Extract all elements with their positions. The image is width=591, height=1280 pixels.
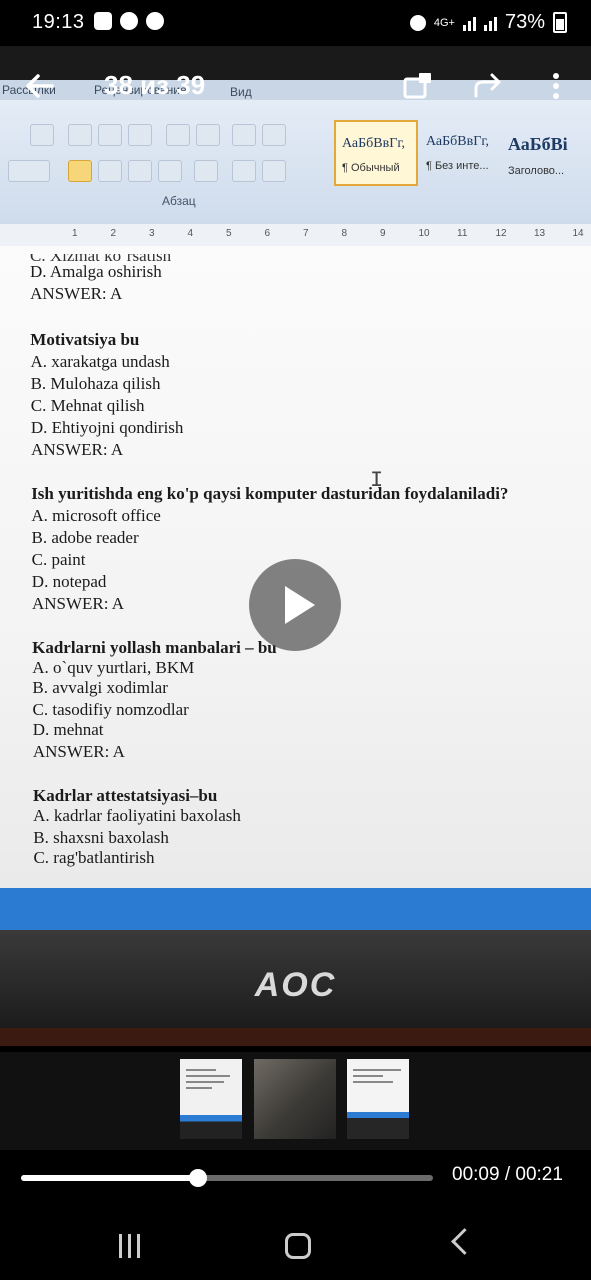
answer-option-line: C. paint xyxy=(31,550,86,569)
thumb-document-photo[interactable] xyxy=(180,1059,242,1139)
notification-icons xyxy=(94,12,164,30)
seek-bar[interactable] xyxy=(21,1169,433,1187)
ruler-number: 12 xyxy=(495,228,507,239)
style-normal: АаБбВвГг, ¶ Обычный xyxy=(334,120,418,186)
numbering-icon xyxy=(98,124,122,146)
answer-option-line: ANSWER: A xyxy=(32,742,125,761)
word-ribbon: Абзац АаБбВвГг, ¶ Обычный АаБбВвГг, ¶ Бе… xyxy=(0,100,591,225)
answer-option-line: D. Ehtiyojni qondirish xyxy=(30,418,184,437)
ruler-number: 1 xyxy=(72,228,78,239)
ribbon-row-top xyxy=(30,124,286,146)
battery-percent: 73% xyxy=(504,11,545,33)
format-icon xyxy=(30,124,54,146)
home-icon[interactable] xyxy=(285,1233,311,1259)
answer-option-line: B. adobe reader xyxy=(31,528,139,547)
signal-icon xyxy=(462,15,476,31)
recent-apps-icon[interactable] xyxy=(119,1234,145,1258)
status-right: 4G+ 73% xyxy=(409,11,567,34)
ruler-number: 2 xyxy=(110,228,117,239)
ruler: 1 2 3 4 5 6 7 8 9 10 11 12 13 14 xyxy=(0,224,591,247)
status-bar: 19:13 4G+ 73% xyxy=(0,0,591,46)
back-icon[interactable] xyxy=(451,1228,478,1255)
sort-icon xyxy=(232,124,256,146)
thumb-monitor-photo[interactable] xyxy=(347,1059,409,1139)
answer-option-line: C. rag'batlantirish xyxy=(33,848,155,867)
multilevel-icon xyxy=(128,124,152,146)
pilcrow-icon xyxy=(262,124,286,146)
justify-icon xyxy=(158,160,182,182)
ruler-number: 10 xyxy=(418,228,430,239)
style-no-spacing: АаБбВвГг, ¶ Без инте... xyxy=(426,134,490,172)
playback-time: 00:09 / 00:21 xyxy=(452,1164,563,1185)
status-time: 19:13 xyxy=(32,11,85,33)
answer-option-line: C. Mehnat qilish xyxy=(30,396,145,415)
ruler-number: 8 xyxy=(341,228,348,239)
align-center-icon xyxy=(98,160,122,182)
photo-counter: 38 из 39 xyxy=(104,70,206,100)
shading-icon xyxy=(232,160,256,182)
monitor-brand-logo: AOC xyxy=(254,966,337,1004)
ruler-number: 5 xyxy=(226,228,232,239)
ruler-number: 7 xyxy=(303,228,309,239)
answer-option-line: B. avvalgi xodimlar xyxy=(32,678,168,697)
gallery-icon xyxy=(94,12,112,30)
seek-handle[interactable] xyxy=(188,1169,207,1187)
answer-option-line: A. kadrlar faoliyatini baxolash xyxy=(33,806,241,825)
signal-icon-2 xyxy=(483,15,497,31)
group-label-paragraph: Абзац xyxy=(162,194,196,208)
answer-option-line: ANSWER: A xyxy=(31,594,125,613)
shazam-icon xyxy=(146,12,164,30)
ruler-number: 3 xyxy=(149,228,155,239)
answer-option-line: D. notepad xyxy=(31,572,107,591)
ruler-number: 14 xyxy=(572,228,584,239)
thumb-hand-photo[interactable] xyxy=(254,1059,336,1139)
alarm-icon xyxy=(409,14,426,31)
align-right-icon xyxy=(128,160,152,182)
answer-option-line: D. Amalga oshirish xyxy=(30,262,162,281)
question-line: Motivatsiya bu xyxy=(30,330,140,349)
answer-option-line: B. Mulohaza qilish xyxy=(30,374,161,393)
video-player-controls: 00:09 / 00:21 xyxy=(0,1150,591,1210)
answer-option-line: A. xarakatga undash xyxy=(30,352,170,371)
share-icon[interactable] xyxy=(402,70,434,102)
play-button[interactable] xyxy=(249,559,341,651)
ribbon-row-bottom xyxy=(8,160,286,182)
answer-option-line: D. mehnat xyxy=(32,720,104,739)
indent-increase-icon xyxy=(196,124,220,146)
network-type: 4G+ xyxy=(433,16,455,29)
answer-option-line: A. o`quv yurtlari, BKM xyxy=(32,658,195,677)
font-color-icon xyxy=(8,160,50,182)
ruler-number: 6 xyxy=(264,228,271,239)
bullets-icon xyxy=(68,124,92,146)
seek-bar-progress xyxy=(21,1175,198,1181)
answer-option-line: ANSWER: A xyxy=(30,284,123,303)
ruler-number: 13 xyxy=(534,228,546,239)
photo-viewport[interactable]: Рассылки Рецензирование Вид Абзац АаБбВв… xyxy=(0,46,591,1046)
messenger-icon xyxy=(120,12,138,30)
style-heading: АаБбВі Заголово... xyxy=(508,134,568,177)
question-line: Kadrlarni yollash manbalari – bu xyxy=(32,638,277,657)
desk-background xyxy=(0,1028,591,1046)
arrow-left-icon[interactable] xyxy=(22,68,58,104)
answer-option-line: C. tasodifiy nomzodlar xyxy=(32,700,189,719)
indent-decrease-icon xyxy=(166,124,190,146)
forward-icon[interactable] xyxy=(472,70,504,102)
borders-icon xyxy=(262,160,286,182)
battery-icon xyxy=(553,12,567,33)
ruler-number: 9 xyxy=(380,228,386,239)
question-line: Ish yuritishda eng ko'p qaysi komputer d… xyxy=(31,484,509,503)
ruler-number: 4 xyxy=(187,228,194,239)
more-vertical-icon[interactable] xyxy=(540,70,572,102)
thumbnail-strip xyxy=(0,1052,591,1150)
align-left-icon xyxy=(68,160,92,182)
answer-option-line: ANSWER: A xyxy=(31,440,124,459)
answer-option-line: A. microsoft office xyxy=(31,506,161,525)
question-line: Kadrlar attestatsiyasi–bu xyxy=(33,786,218,805)
line-spacing-icon xyxy=(194,160,218,182)
android-nav-bar xyxy=(0,1210,591,1280)
answer-option-line: B. shaxsni baxolash xyxy=(33,828,169,847)
word-status-strip xyxy=(0,888,591,930)
ruler-number: 11 xyxy=(457,228,468,239)
viewer-top-bar: 38 из 39 xyxy=(0,56,591,116)
